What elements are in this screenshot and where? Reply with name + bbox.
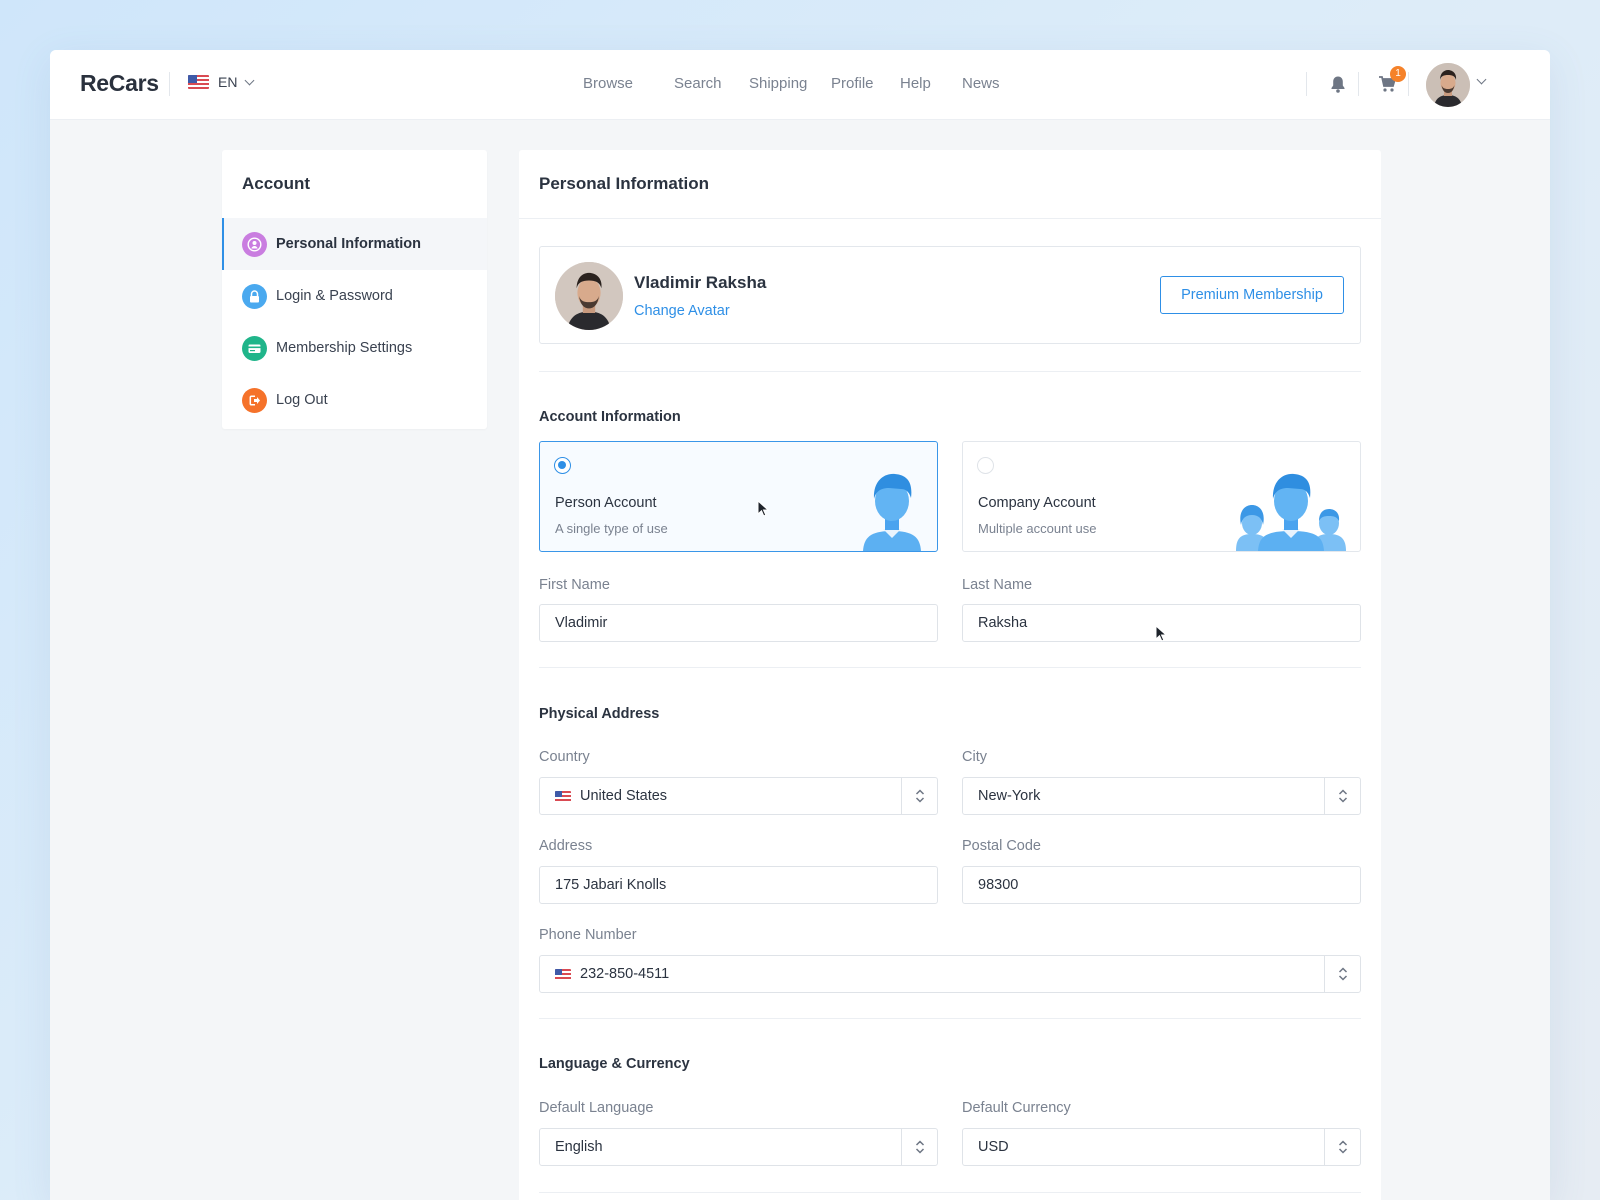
sidebar-item-personal-information[interactable]: Personal Information [222, 218, 487, 270]
avatar[interactable] [555, 262, 623, 330]
personal-information-panel: Personal Information Vladimir Raksha Cha… [519, 150, 1381, 1200]
us-flag-icon [555, 790, 571, 802]
last-name-value: Raksha [978, 615, 1028, 631]
app-window: ReCars EN Browse Search Shipping Profile… [50, 50, 1550, 1200]
first-name-label: First Name [539, 577, 610, 593]
up-down-chevron-icon [1338, 789, 1347, 803]
sidebar-item-label: Log Out [276, 392, 328, 408]
sidebar-item-label: Login & Password [276, 288, 393, 304]
page-title: Personal Information [539, 174, 710, 193]
select-stepper[interactable] [901, 1129, 937, 1165]
city-value: New-York [978, 788, 1041, 804]
phone-number-label: Phone Number [539, 927, 637, 943]
account-type-name: Company Account [978, 495, 1096, 511]
nav-browse[interactable]: Browse [583, 75, 633, 92]
sidebar-item-label: Membership Settings [276, 340, 413, 356]
sidebar-item-log-out[interactable]: Log Out [222, 374, 487, 426]
default-language-label: Default Language [539, 1100, 654, 1116]
sidebar-item-login-password[interactable]: Login & Password [222, 270, 487, 322]
up-down-chevron-icon [1338, 967, 1347, 981]
select-stepper[interactable] [901, 778, 937, 814]
address-label: Address [539, 838, 593, 854]
divider [539, 371, 1361, 372]
card-icon [242, 335, 267, 361]
address-value: 175 Jabari Knolls [555, 877, 667, 893]
divider [519, 218, 1381, 219]
divider [1358, 72, 1359, 96]
user-icon [242, 231, 267, 257]
default-currency-select[interactable]: USD [962, 1128, 1361, 1166]
change-avatar-link[interactable]: Change Avatar [634, 303, 730, 319]
select-stepper[interactable] [1324, 956, 1360, 992]
company-account-option[interactable]: Company Account Multiple account use [962, 441, 1361, 552]
postal-code-label: Postal Code [962, 838, 1041, 854]
mouse-cursor-icon [757, 500, 770, 517]
section-title-physical-address: Physical Address [539, 706, 660, 722]
first-name-value: Vladimir [555, 615, 608, 631]
divider [1408, 72, 1409, 96]
nav-search[interactable]: Search [674, 75, 722, 92]
section-title-account-information: Account Information [539, 409, 681, 425]
nav-news[interactable]: News [962, 75, 1000, 92]
up-down-chevron-icon [915, 1140, 924, 1154]
first-name-input[interactable]: Vladimir [539, 604, 938, 642]
address-input[interactable]: 175 Jabari Knolls [539, 866, 938, 904]
phone-number-input[interactable]: 232-850-4511 [539, 955, 1361, 993]
sidebar-title: Account [242, 174, 310, 193]
up-down-chevron-icon [1338, 1140, 1347, 1154]
divider [539, 1018, 1361, 1019]
nav-help[interactable]: Help [900, 75, 931, 92]
logout-icon [242, 387, 267, 413]
postal-code-value: 98300 [978, 877, 1019, 893]
sidebar-item-membership-settings[interactable]: Membership Settings [222, 322, 487, 374]
divider [1306, 72, 1307, 96]
country-value: United States [580, 788, 668, 804]
user-avatar[interactable] [1426, 63, 1470, 107]
select-stepper[interactable] [1324, 1129, 1360, 1165]
nav-profile[interactable]: Profile [831, 75, 874, 92]
default-currency-value: USD [978, 1139, 1009, 1155]
bell-icon[interactable] [1330, 75, 1346, 93]
mouse-cursor-icon [1155, 625, 1168, 642]
default-currency-label: Default Currency [962, 1100, 1071, 1116]
divider [539, 1192, 1361, 1193]
country-select[interactable]: United States [539, 777, 938, 815]
default-language-select[interactable]: English [539, 1128, 938, 1166]
avatar-portrait-icon [1426, 63, 1470, 107]
profile-card: Vladimir Raksha Change Avatar Premium Me… [539, 246, 1361, 344]
nav-shipping[interactable]: Shipping [749, 75, 807, 92]
top-bar: ReCars EN Browse Search Shipping Profile… [50, 50, 1550, 120]
city-label: City [962, 749, 987, 765]
account-type-desc: Multiple account use [978, 521, 1097, 536]
default-language-value: English [555, 1139, 603, 1155]
sidebar-item-label: Personal Information [276, 236, 422, 252]
account-type-desc: A single type of use [555, 521, 668, 536]
account-type-name: Person Account [555, 495, 657, 511]
person-account-option[interactable]: Person Account A single type of use [539, 441, 938, 552]
main-nav: Browse Search Shipping Profile Help News [50, 75, 1550, 95]
avatar-portrait-icon [555, 262, 623, 330]
radio-unselected[interactable] [977, 457, 994, 474]
phone-number-value: 232-850-4511 [580, 966, 670, 982]
cart-count-badge: 1 [1390, 66, 1406, 82]
divider [539, 667, 1361, 668]
last-name-label: Last Name [962, 577, 1033, 593]
lock-icon [242, 283, 267, 309]
company-group-illustration-icon [1236, 473, 1346, 551]
account-sidebar: Account Personal Information Login & Pas… [222, 150, 487, 429]
up-down-chevron-icon [915, 789, 924, 803]
radio-selected[interactable] [554, 457, 571, 474]
select-stepper[interactable] [1324, 778, 1360, 814]
premium-membership-button[interactable]: Premium Membership [1160, 276, 1344, 314]
person-illustration-icon [863, 473, 921, 551]
country-label: Country [539, 749, 590, 765]
city-select[interactable]: New-York [962, 777, 1361, 815]
profile-name: Vladimir Raksha [634, 273, 767, 292]
postal-code-input[interactable]: 98300 [962, 866, 1361, 904]
us-flag-icon [555, 968, 571, 980]
section-title-language-currency: Language & Currency [539, 1056, 690, 1072]
